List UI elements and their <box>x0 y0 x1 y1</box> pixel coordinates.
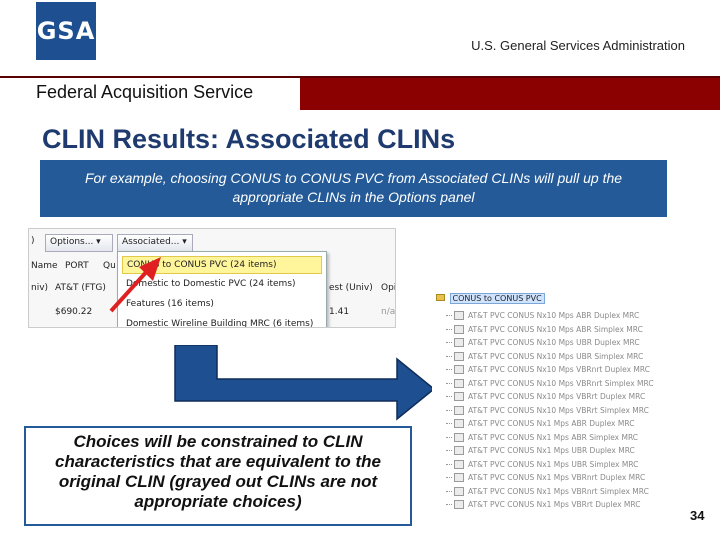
clin-item-icon <box>454 324 464 334</box>
options-panel-screenshot: CONUS to CONUS PVC AT&T PVC CONUS Nx10 M… <box>432 292 672 532</box>
page-number: 34 <box>690 508 705 523</box>
agency-name: U.S. General Services Administration <box>471 38 685 53</box>
tree-item-label: AT&T PVC CONUS Nx10 Mps VBRrt Duplex MRC <box>468 392 646 402</box>
tree-connector <box>446 369 452 371</box>
clin-item-icon <box>454 405 464 415</box>
red-arrow-icon <box>109 257 161 313</box>
service-name: Federal Acquisition Service <box>36 82 254 102</box>
tree-item-label: AT&T PVC CONUS Nx1 Mps UBR Simplex MRC <box>468 459 639 469</box>
clin-item-icon <box>454 351 464 361</box>
tree-item[interactable]: AT&T PVC CONUS Nx1 Mps UBR Duplex MRC <box>446 444 635 458</box>
tree-connector <box>446 477 452 479</box>
clin-item-icon <box>454 378 464 388</box>
tree-item[interactable]: AT&T PVC CONUS Nx1 Mps VBRnrt Duplex MRC <box>446 471 645 485</box>
clin-item-icon <box>454 432 464 442</box>
clin-item-icon <box>454 486 464 496</box>
tree-item[interactable]: AT&T PVC CONUS Nx10 Mps UBR Duplex MRC <box>446 336 640 350</box>
toolbar-paren: ) <box>31 236 35 246</box>
tree-item[interactable]: AT&T PVC CONUS Nx10 Mps ABR Simplex MRC <box>446 323 643 337</box>
tree-item-label: AT&T PVC CONUS Nx1 Mps UBR Duplex MRC <box>468 446 635 456</box>
associated-menu-screenshot: ) Options... ▾ Associated... ▾ Name PORT… <box>28 228 396 328</box>
tree-connector <box>446 490 452 492</box>
tree-connector <box>446 409 452 411</box>
tree-item[interactable]: AT&T PVC CONUS Nx1 Mps ABR Simplex MRC <box>446 431 638 445</box>
tree-item[interactable]: AT&T PVC CONUS Nx10 Mps VBRnrt Duplex MR… <box>446 363 650 377</box>
folder-icon <box>436 294 445 301</box>
tree-item[interactable]: AT&T PVC CONUS Nx1 Mps VBRnrt Simplex MR… <box>446 485 649 499</box>
col-header-att: AT&T (FTG) <box>55 283 106 293</box>
blue-arrow-icon <box>174 345 436 421</box>
tree-connector <box>446 504 452 506</box>
tree-item-label: AT&T PVC CONUS Nx10 Mps VBRnrt Duplex MR… <box>468 365 650 375</box>
tree-item-label: AT&T PVC CONUS Nx1 Mps ABR Simplex MRC <box>468 432 639 442</box>
clin-item-icon <box>454 500 464 510</box>
tree-item[interactable]: AT&T PVC CONUS Nx10 Mps UBR Simplex MRC <box>446 350 643 364</box>
cell-price: $690.22 <box>55 307 93 317</box>
options-dropdown[interactable]: Options... ▾ <box>45 234 113 252</box>
tree-item[interactable]: AT&T PVC CONUS Nx10 Mps ABR Duplex MRC <box>446 309 639 323</box>
clin-item-icon <box>454 459 464 469</box>
tree-root-label: CONUS to CONUS PVC <box>449 293 545 304</box>
tree-item-label: AT&T PVC CONUS Nx1 Mps ABR Duplex MRC <box>468 419 635 429</box>
menu-item-wireline-building[interactable]: Domestic Wireline Building MRC (6 items) <box>122 316 322 327</box>
cell-value: 1.41 <box>329 307 350 317</box>
tree-item[interactable]: AT&T PVC CONUS Nx1 Mps UBR Simplex MRC <box>446 458 638 472</box>
tree-connector <box>446 423 452 425</box>
col-header-port: PORT <box>65 261 89 271</box>
tree-connector <box>446 315 452 317</box>
clin-item-icon <box>454 473 464 483</box>
tree-item-label: AT&T PVC CONUS Nx10 Mps VBRnrt Simplex M… <box>468 378 654 388</box>
clin-item-icon <box>454 365 464 375</box>
clin-item-icon <box>454 311 464 321</box>
clin-item-icon <box>454 338 464 348</box>
tree-connector <box>446 342 452 344</box>
clin-item-icon <box>454 446 464 456</box>
tree-item-label: AT&T PVC CONUS Nx10 Mps ABR Duplex MRC <box>468 311 640 321</box>
tree-item[interactable]: AT&T PVC CONUS Nx10 Mps VBRrt Duplex MRC <box>446 390 645 404</box>
callout-top: For example, choosing CONUS to CONUS PVC… <box>40 160 667 217</box>
tree-item-label: AT&T PVC CONUS Nx1 Mps VBRnrt Duplex MRC <box>468 473 646 483</box>
tree-item-label: AT&T PVC CONUS Nx10 Mps VBRrt Simplex MR… <box>468 405 649 415</box>
tree-connector <box>446 355 452 357</box>
tree-item-label: AT&T PVC CONUS Nx10 Mps UBR Duplex MRC <box>468 338 640 348</box>
tree-item[interactable]: AT&T PVC CONUS Nx10 Mps VBRnrt Simplex M… <box>446 377 654 391</box>
tree-connector <box>446 382 452 384</box>
tree-item[interactable]: AT&T PVC CONUS Nx1 Mps ABR Duplex MRC <box>446 417 634 431</box>
tree-item-label: AT&T PVC CONUS Nx1 Mps VBRnrt Simplex MR… <box>468 486 649 496</box>
tree-item-label: AT&T PVC CONUS Nx10 Mps UBR Simplex MRC <box>468 351 644 361</box>
tree-item[interactable]: AT&T PVC CONUS Nx1 Mps VBRrt Duplex MRC <box>446 498 640 512</box>
tree-connector <box>446 396 452 398</box>
tree-root[interactable]: CONUS to CONUS PVC <box>436 293 545 308</box>
slide-title: CLIN Results: Associated CLINs <box>42 124 456 154</box>
associated-dropdown[interactable]: Associated... ▾ <box>117 234 193 252</box>
gsa-logo: GSA <box>36 2 96 60</box>
clin-item-icon <box>454 392 464 402</box>
col-header-niv: niv) <box>31 283 49 293</box>
callout-bottom: Choices will be constrained to CLIN char… <box>24 426 412 526</box>
tree-connector <box>446 328 452 330</box>
tree-connector <box>446 463 452 465</box>
tree-item-label: AT&T PVC CONUS Nx1 Mps VBRrt Duplex MRC <box>468 500 641 510</box>
col-header-op: Opi <box>381 283 396 293</box>
tree-item[interactable]: AT&T PVC CONUS Nx10 Mps VBRrt Simplex MR… <box>446 404 649 418</box>
col-header-est: est (Univ) <box>329 283 373 293</box>
cell-na: n/a <box>381 307 396 317</box>
tree-item-label: AT&T PVC CONUS Nx10 Mps ABR Simplex MRC <box>468 324 643 334</box>
tree-connector <box>446 436 452 438</box>
clin-item-icon <box>454 419 464 429</box>
tree-connector <box>446 450 452 452</box>
col-header-name: Name <box>31 261 58 271</box>
